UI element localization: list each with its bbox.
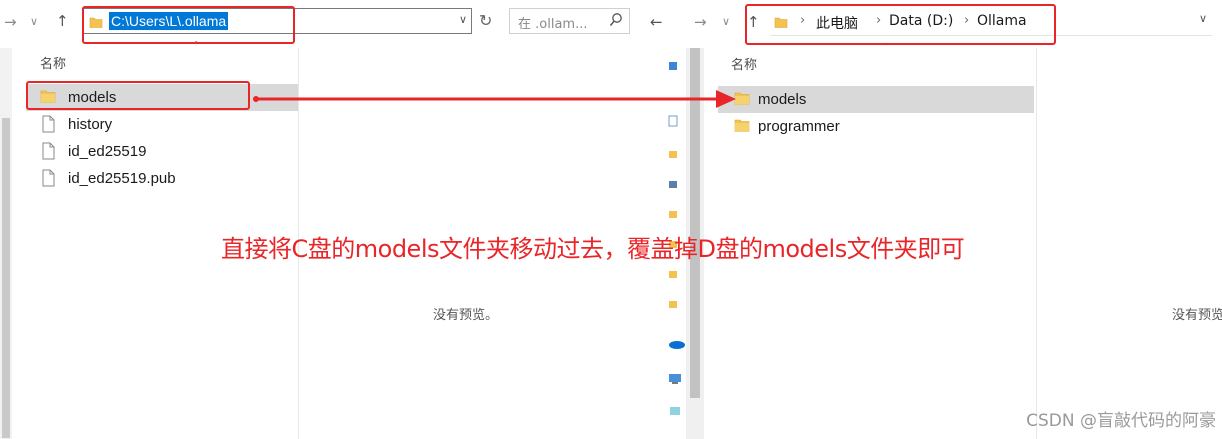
forward-arrow-icon[interactable]: → (4, 14, 17, 30)
column-header-name[interactable]: 名称 (731, 54, 757, 73)
annotation-box-models (26, 81, 250, 110)
annotation-box-address (82, 6, 295, 44)
back-arrow-icon[interactable]: ← (650, 14, 663, 30)
forward-arrow-icon[interactable]: → (694, 14, 707, 30)
column-header-name[interactable]: 名称 (40, 53, 66, 72)
list-item[interactable]: id_ed25519 (26, 138, 298, 165)
preview-message: 没有预览。 (433, 308, 499, 323)
list-item[interactable]: history (26, 111, 298, 138)
file-icon (40, 169, 56, 191)
network-icon[interactable] (668, 402, 682, 421)
this-pc-icon[interactable] (668, 370, 682, 389)
file-name: id_ed25519.pub (68, 170, 176, 187)
refresh-icon[interactable]: ↻ (479, 11, 492, 30)
list-item[interactable]: programmer (718, 113, 1034, 140)
chevron-down-icon[interactable]: ∨ (459, 13, 467, 26)
list-item[interactable]: models (718, 86, 1034, 113)
chevron-down-icon[interactable]: ∨ (1199, 12, 1207, 25)
annotation-instruction: 直接将C盘的models文件夹移动过去，覆盖掉D盘的models文件夹即可 (221, 235, 965, 263)
star-icon[interactable] (668, 56, 678, 75)
search-placeholder: 在 .ollam... (518, 17, 588, 32)
document-icon[interactable] (668, 112, 678, 131)
annotation-box-breadcrumb (745, 4, 1056, 45)
folder-icon[interactable] (668, 144, 678, 163)
folder-icon[interactable] (668, 204, 678, 223)
recent-dropdown-icon[interactable]: ∨ (722, 14, 730, 30)
watermark: CSDN @盲敲代码的阿豪 (1026, 411, 1216, 431)
file-icon (40, 142, 56, 164)
left-scrollbar[interactable] (0, 48, 12, 439)
onedrive-icon[interactable] (668, 334, 686, 353)
list-item[interactable]: id_ed25519.pub (26, 165, 298, 192)
annotation-arrow (253, 90, 736, 108)
file-name: programmer (758, 118, 840, 135)
file-name: id_ed25519 (68, 143, 147, 160)
file-name: history (68, 116, 113, 133)
folder-icon[interactable] (668, 294, 678, 313)
search-input[interactable]: 在 .ollam... (509, 8, 630, 34)
pane-divider[interactable] (1036, 48, 1037, 439)
file-name: models (758, 91, 807, 108)
folder-icon (734, 117, 750, 137)
recent-dropdown-icon[interactable]: ∨ (30, 14, 38, 30)
search-icon (609, 12, 623, 32)
picture-icon[interactable] (668, 174, 678, 193)
preview-message: 没有预览。 (1172, 308, 1222, 323)
up-arrow-icon[interactable]: ↑ (56, 13, 69, 29)
right-file-list: models programmer (718, 86, 1034, 140)
scroll-thumb[interactable] (2, 118, 10, 438)
screenshot-canvas: → ∨ ↑ C:\Users\L\.ollama ∨ ↻ 在 .ollam...… (0, 0, 1222, 439)
file-icon (40, 115, 56, 137)
